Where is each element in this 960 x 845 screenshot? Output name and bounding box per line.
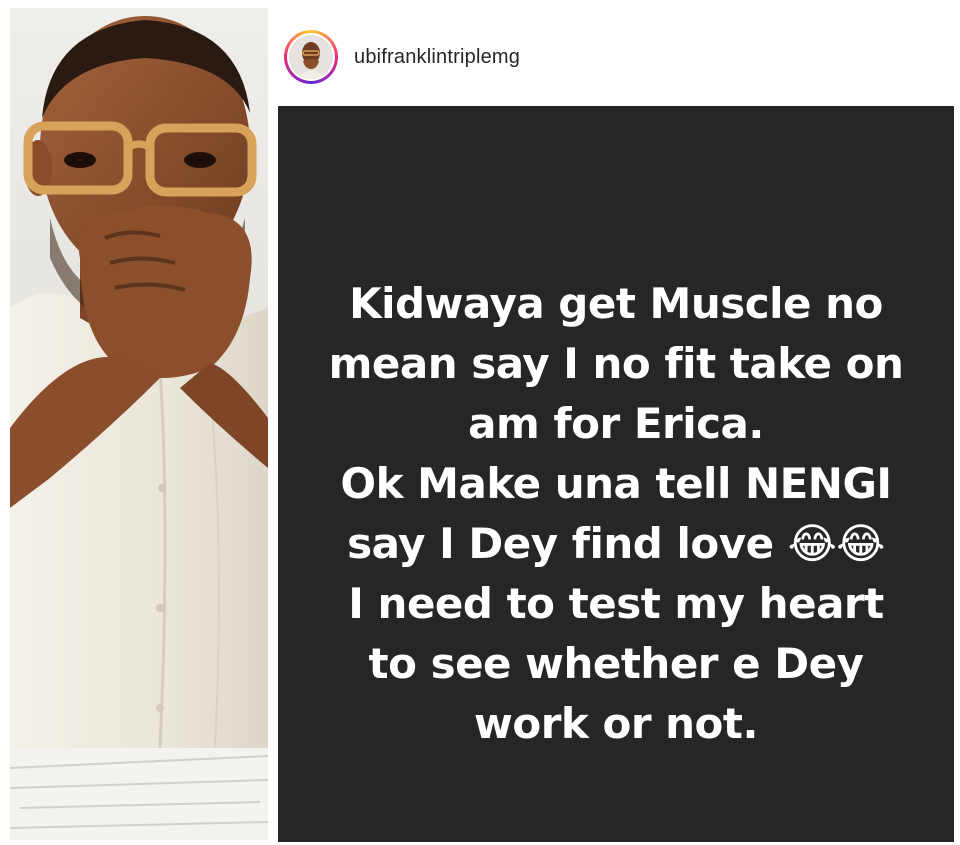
- avatar-ring[interactable]: [284, 30, 338, 84]
- story-line: I need to test my heart: [348, 579, 884, 628]
- story-line: work or not.: [474, 699, 758, 748]
- story-line: Ok Make una tell NENGI: [340, 459, 892, 508]
- story-line: to see whether e Dey: [368, 639, 864, 688]
- story-card: Kidwaya get Muscle no mean say I no fit …: [278, 106, 954, 842]
- username-link[interactable]: ubifranklintriplemg: [354, 46, 520, 69]
- story-line: say I Dey find love 😂😂: [347, 519, 885, 568]
- person-photo-illustration: [10, 8, 268, 840]
- story-line: am for Erica.: [468, 399, 764, 448]
- instagram-story-post: ubifranklintriplemg Kidwaya get Muscle n…: [278, 0, 954, 845]
- avatar-border: [287, 33, 335, 81]
- post-header: ubifranklintriplemg: [278, 24, 954, 90]
- story-text: Kidwaya get Muscle no mean say I no fit …: [278, 274, 954, 754]
- collage-frame: ubifranklintriplemg Kidwaya get Muscle n…: [0, 0, 960, 845]
- avatar[interactable]: [289, 35, 333, 79]
- person-photo: [10, 8, 268, 840]
- story-line: Kidwaya get Muscle no: [349, 279, 883, 328]
- story-line: mean say I no fit take on: [328, 339, 904, 388]
- profile-photo-icon: [289, 35, 333, 79]
